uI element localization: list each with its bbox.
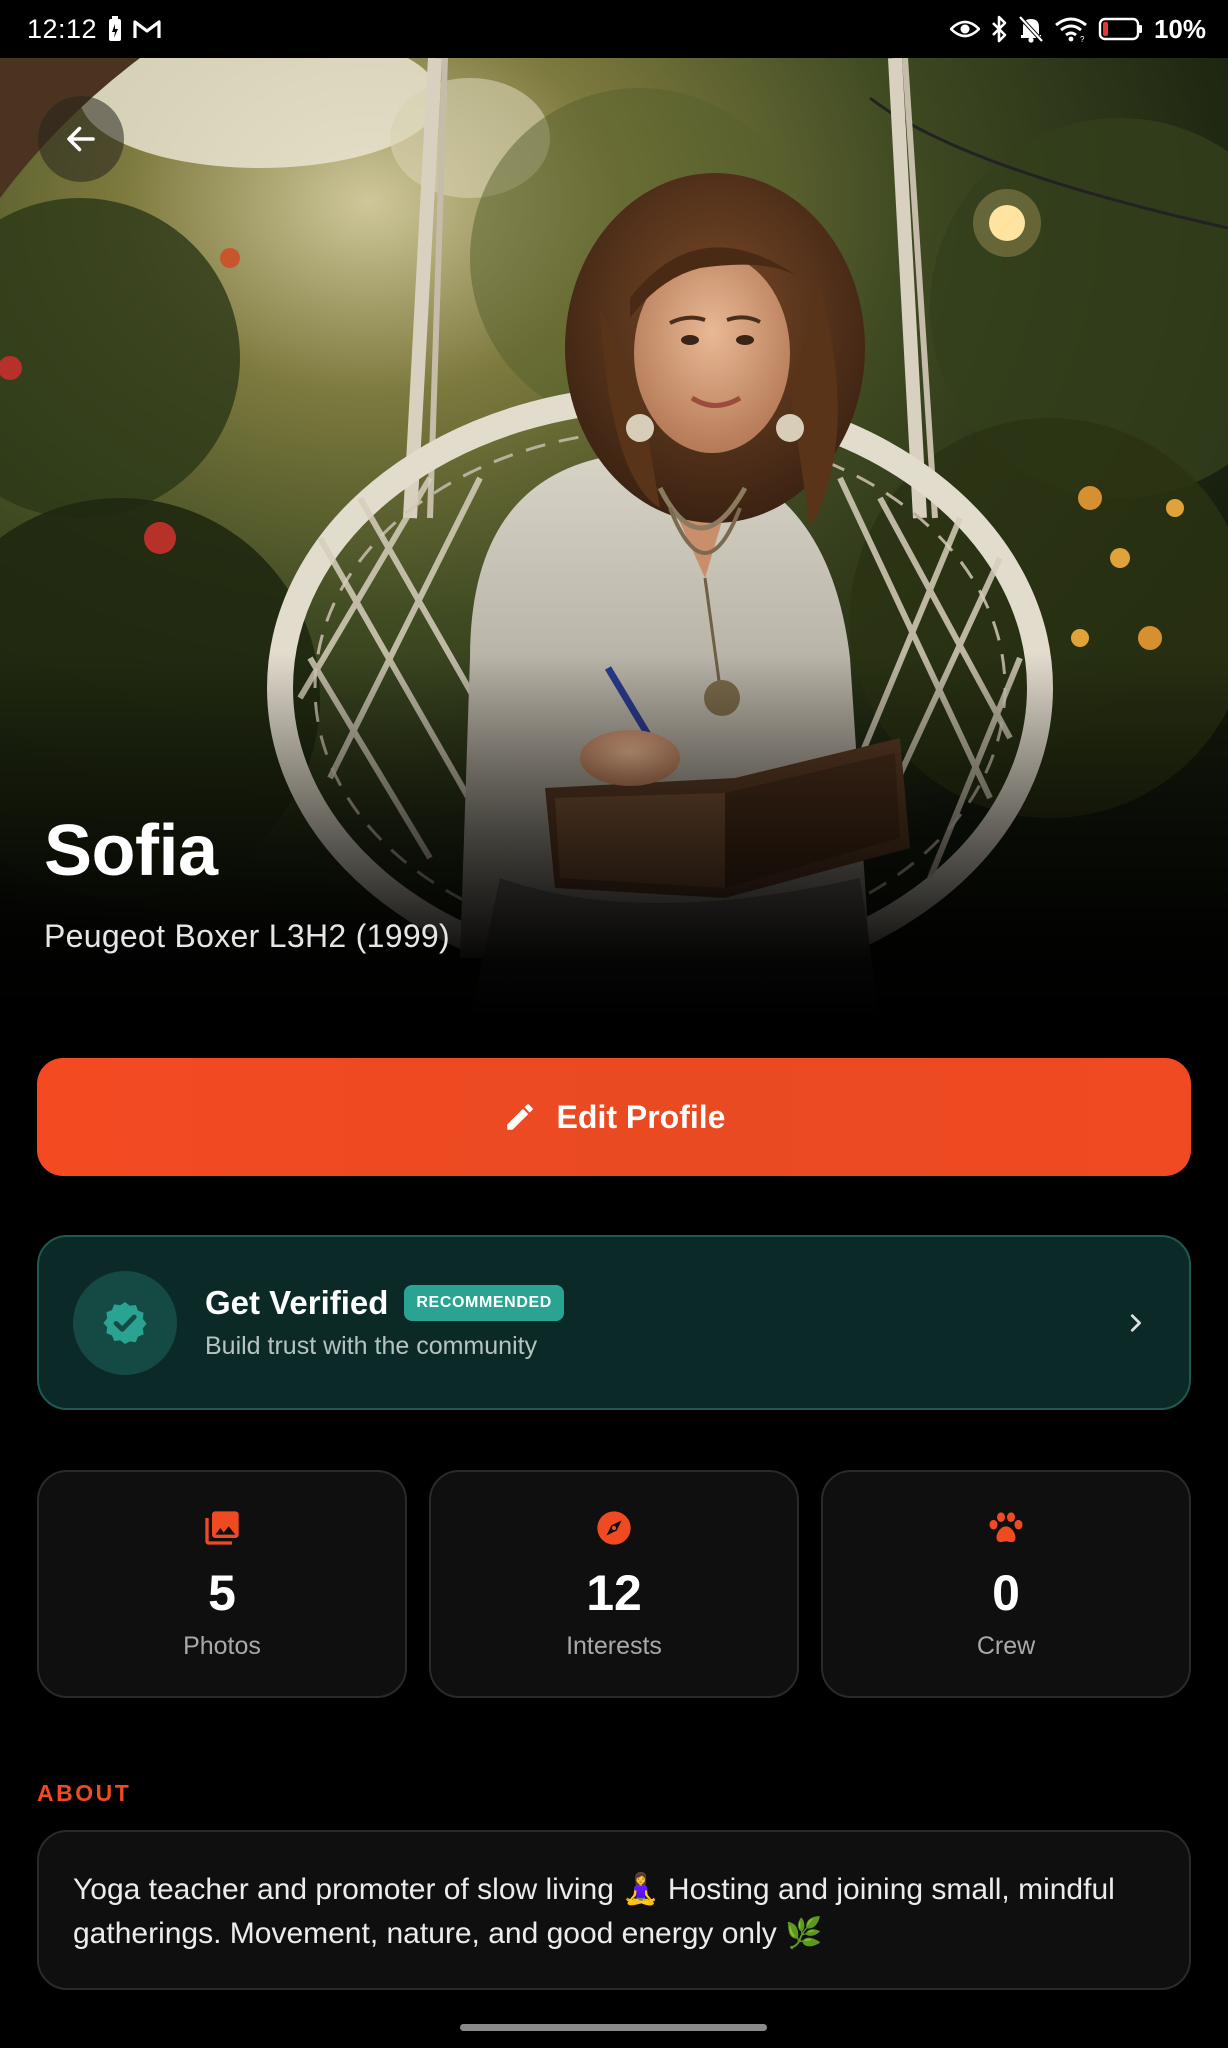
get-verified-card[interactable]: Get Verified RECOMMENDED Build trust wit…: [37, 1235, 1191, 1410]
stat-value: 0: [992, 1565, 1020, 1621]
profile-vehicle: Peugeot Boxer L3H2 (1999): [44, 918, 450, 954]
verified-badge-icon: [103, 1301, 147, 1344]
recommended-badge: RECOMMENDED: [404, 1285, 564, 1321]
verify-title: Get Verified: [205, 1284, 389, 1321]
stat-label: Crew: [976, 1632, 1036, 1660]
stat-label: Photos: [183, 1632, 261, 1660]
paw-icon: [986, 1508, 1026, 1548]
status-time: 12:12: [27, 13, 98, 44]
compass-icon: [594, 1508, 634, 1548]
photo-library-icon: [202, 1508, 242, 1548]
about-section-label: ABOUT: [37, 1780, 132, 1806]
stat-interests[interactable]: 12 Interests: [429, 1470, 799, 1698]
status-left: 12:12: [27, 14, 161, 45]
stat-value: 12: [586, 1565, 642, 1621]
battery-icon: [1098, 16, 1144, 42]
about-text: Yoga teacher and promoter of slow living…: [73, 1873, 1115, 1950]
bluetooth-icon: [990, 15, 1008, 43]
profile-name: Sofia: [44, 811, 218, 891]
home-indicator[interactable]: [460, 2024, 767, 2031]
wifi-icon: ?: [1054, 16, 1088, 42]
pencil-icon: [506, 1104, 533, 1130]
about-card: Yoga teacher and promoter of slow living…: [37, 1830, 1191, 1990]
battery-percent: 10%: [1153, 13, 1206, 44]
profile-cover-photo: Sofia Peugeot Boxer L3H2 (1999): [0, 58, 1228, 1018]
status-right: ? 10%: [949, 13, 1206, 45]
verify-text: Get Verified RECOMMENDED Build trust wit…: [205, 1284, 1115, 1361]
edit-profile-button[interactable]: Edit Profile: [37, 1058, 1191, 1176]
back-button[interactable]: [38, 96, 124, 182]
battery-saver-icon: [107, 15, 123, 43]
edit-profile-label: Edit Profile: [556, 1098, 726, 1135]
verify-icon-container: [73, 1270, 177, 1375]
svg-text:?: ?: [1080, 35, 1085, 42]
stat-photos[interactable]: 5 Photos: [37, 1470, 407, 1698]
verify-title-row: Get Verified RECOMMENDED: [205, 1284, 1115, 1322]
eye-icon: [949, 19, 980, 39]
bell-off-icon: [1018, 15, 1044, 43]
stat-value: 5: [208, 1565, 236, 1621]
arrow-left-icon: [67, 126, 95, 152]
status-bar: 12:12 ? 10%: [0, 0, 1228, 58]
gmail-icon: [133, 18, 161, 40]
verify-subtitle: Build trust with the community: [205, 1332, 538, 1360]
stat-label: Interests: [566, 1632, 662, 1660]
chevron-right-icon: [1115, 1303, 1155, 1343]
profile-screen: 12:12 ? 10% Sofia Peugeot Boxer L3H2 (19…: [0, 0, 1228, 2048]
stat-crew[interactable]: 0 Crew: [821, 1470, 1191, 1698]
stats-row: 5 Photos 12 Interests 0 Crew: [37, 1470, 1191, 1698]
